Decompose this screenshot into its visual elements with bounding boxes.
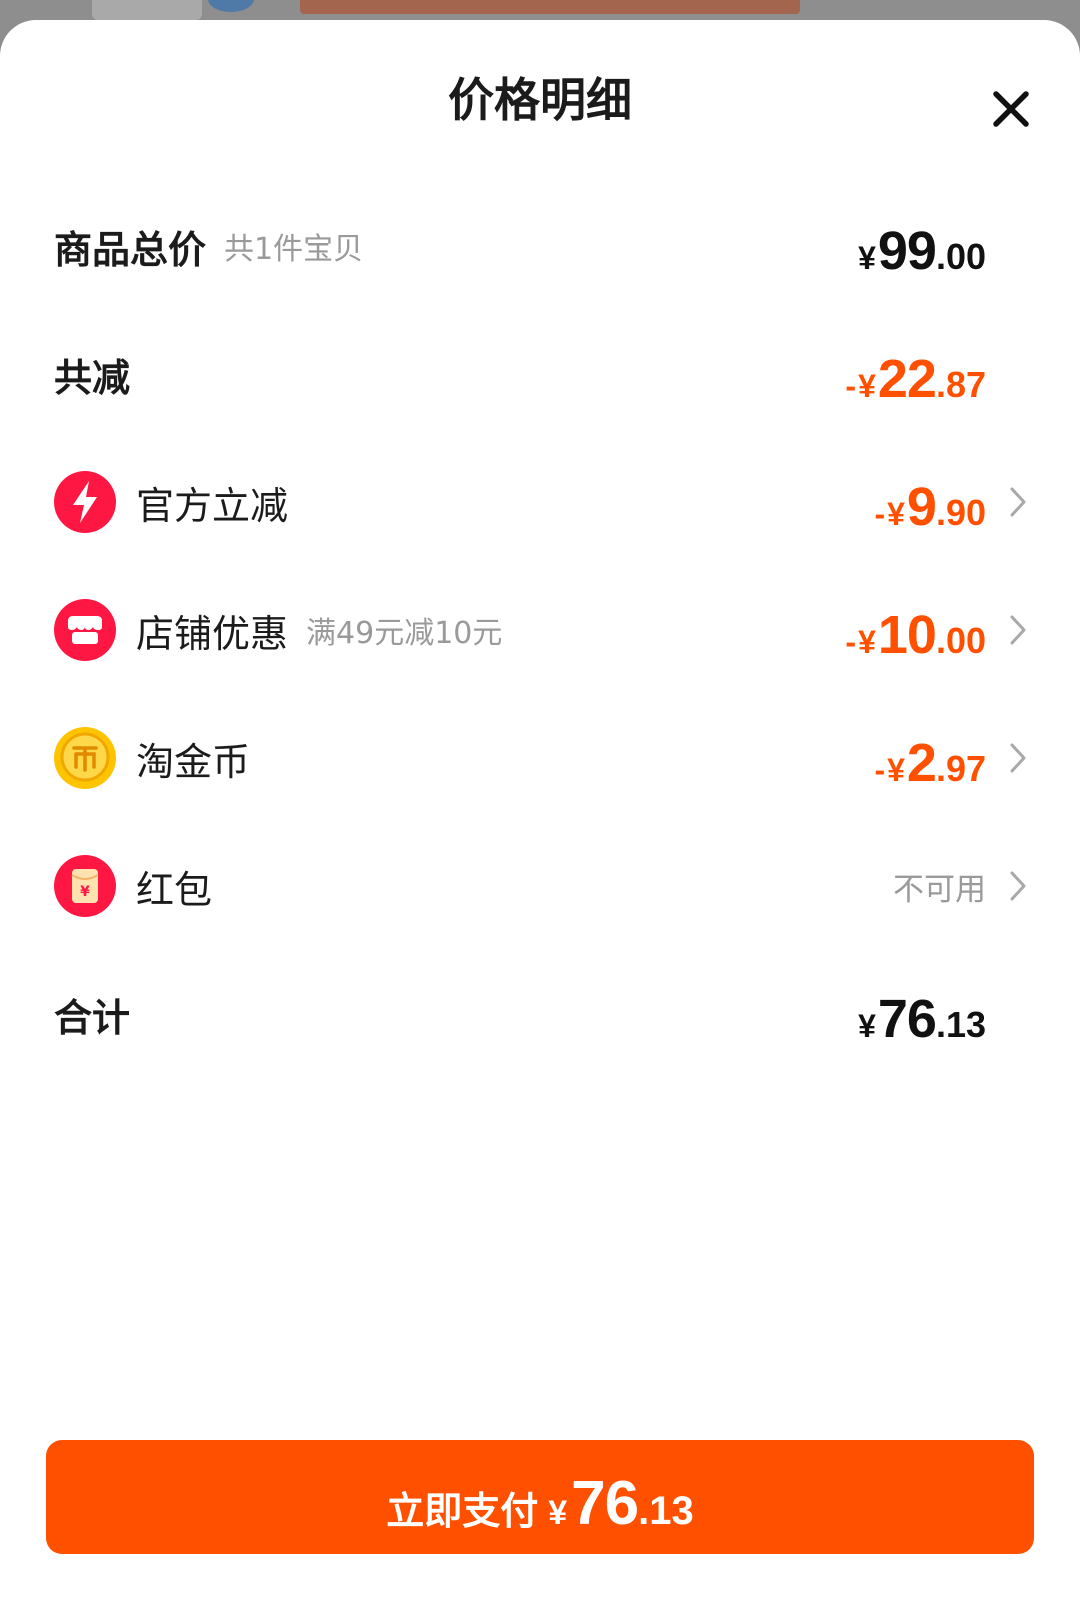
total-row: 合计 ¥ 76 .13 [0,982,1080,1049]
amount-integer: 10 [877,605,937,665]
official-discount-label: 官方立减 [136,483,289,528]
pay-now-label: 立即支付 [386,1489,539,1533]
amount-decimal: .87 [935,364,986,405]
pay-now-button[interactable]: 立即支付 ¥ 76 .13 [46,1440,1034,1554]
gold-coin-label: 淘金币 [136,739,251,784]
amount-integer: 2 [906,733,937,793]
total-label: 合计 [54,995,131,1040]
currency-symbol: ¥ [887,752,905,788]
currency-symbol: ¥ [548,1494,568,1532]
store-discount-rule: 满49元减10元 [306,616,503,651]
background-thumbnail [92,0,202,20]
background-badge [208,0,254,12]
currency-symbol: ¥ [858,368,876,404]
amount-integer: 99 [877,221,937,281]
amount-integer: 9 [906,477,937,537]
minus-sign: - [874,752,886,788]
store-discount-label: 店铺优惠 [136,611,289,656]
chevron-right-icon[interactable] [1008,742,1028,774]
store-icon [54,599,116,661]
total-discount-amount: - ¥ 22 .87 [845,342,986,409]
total-discount-label: 共减 [54,355,131,400]
red-envelope-glyph: ¥ [80,884,90,900]
gold-coin-amount: - ¥ 2 .97 [874,726,986,793]
sheet-title: 价格明细 [448,73,632,127]
amount-decimal: .97 [935,748,986,789]
store-discount-label-group: 店铺优惠 满49元减10元 [136,598,502,662]
official-discount-row[interactable]: 官方立减 - ¥ 9 .90 [0,470,1080,537]
subtotal-amount: ¥ 99 .00 [858,214,986,281]
red-envelope-row[interactable]: ¥ 红包 不可用 [0,854,1080,918]
minus-sign: - [874,496,886,532]
subtotal-label: 商品总价 [54,227,207,272]
chevron-right-icon[interactable] [1008,870,1028,902]
amount-decimal: .13 [638,1489,694,1533]
amount-decimal: .00 [935,236,986,277]
item-count: 共1件宝贝 [224,232,364,267]
chevron-right-icon[interactable] [1008,614,1028,646]
store-discount-row[interactable]: 店铺优惠 满49元减10元 - ¥ 10 .00 [0,598,1080,665]
close-icon[interactable] [988,86,1034,132]
minus-sign: - [845,624,857,660]
currency-symbol: ¥ [887,496,905,532]
store-discount-amount: - ¥ 10 .00 [845,598,986,665]
lightning-icon [54,471,116,533]
amount-integer: 76 [877,989,937,1049]
amount-decimal: .00 [935,620,986,661]
red-envelope-icon: ¥ [54,855,116,917]
currency-symbol: ¥ [858,624,876,660]
red-envelope-status: 不可用 [893,871,986,908]
minus-sign: - [845,368,857,404]
currency-symbol: ¥ [858,240,876,276]
subtotal-label-group: 商品总价 共1件宝贝 [54,214,363,278]
total-discount-row: 共减 - ¥ 22 .87 [0,342,1080,409]
amount-decimal: .90 [935,492,986,533]
subtotal-row: 商品总价 共1件宝贝 ¥ 99 .00 [0,214,1080,281]
official-discount-amount: - ¥ 9 .90 [874,470,986,537]
red-envelope-label: 红包 [136,867,213,912]
amount-integer: 76 [571,1469,639,1538]
total-amount: ¥ 76 .13 [858,982,986,1049]
amount-decimal: .13 [935,1004,986,1045]
gold-coin-row[interactable]: 淘金币 - ¥ 2 .97 [0,726,1080,793]
amount-integer: 22 [877,349,937,409]
gold-coin-icon [54,727,116,789]
background-text [300,0,800,14]
currency-symbol: ¥ [858,1008,876,1044]
chevron-right-icon[interactable] [1008,486,1028,518]
